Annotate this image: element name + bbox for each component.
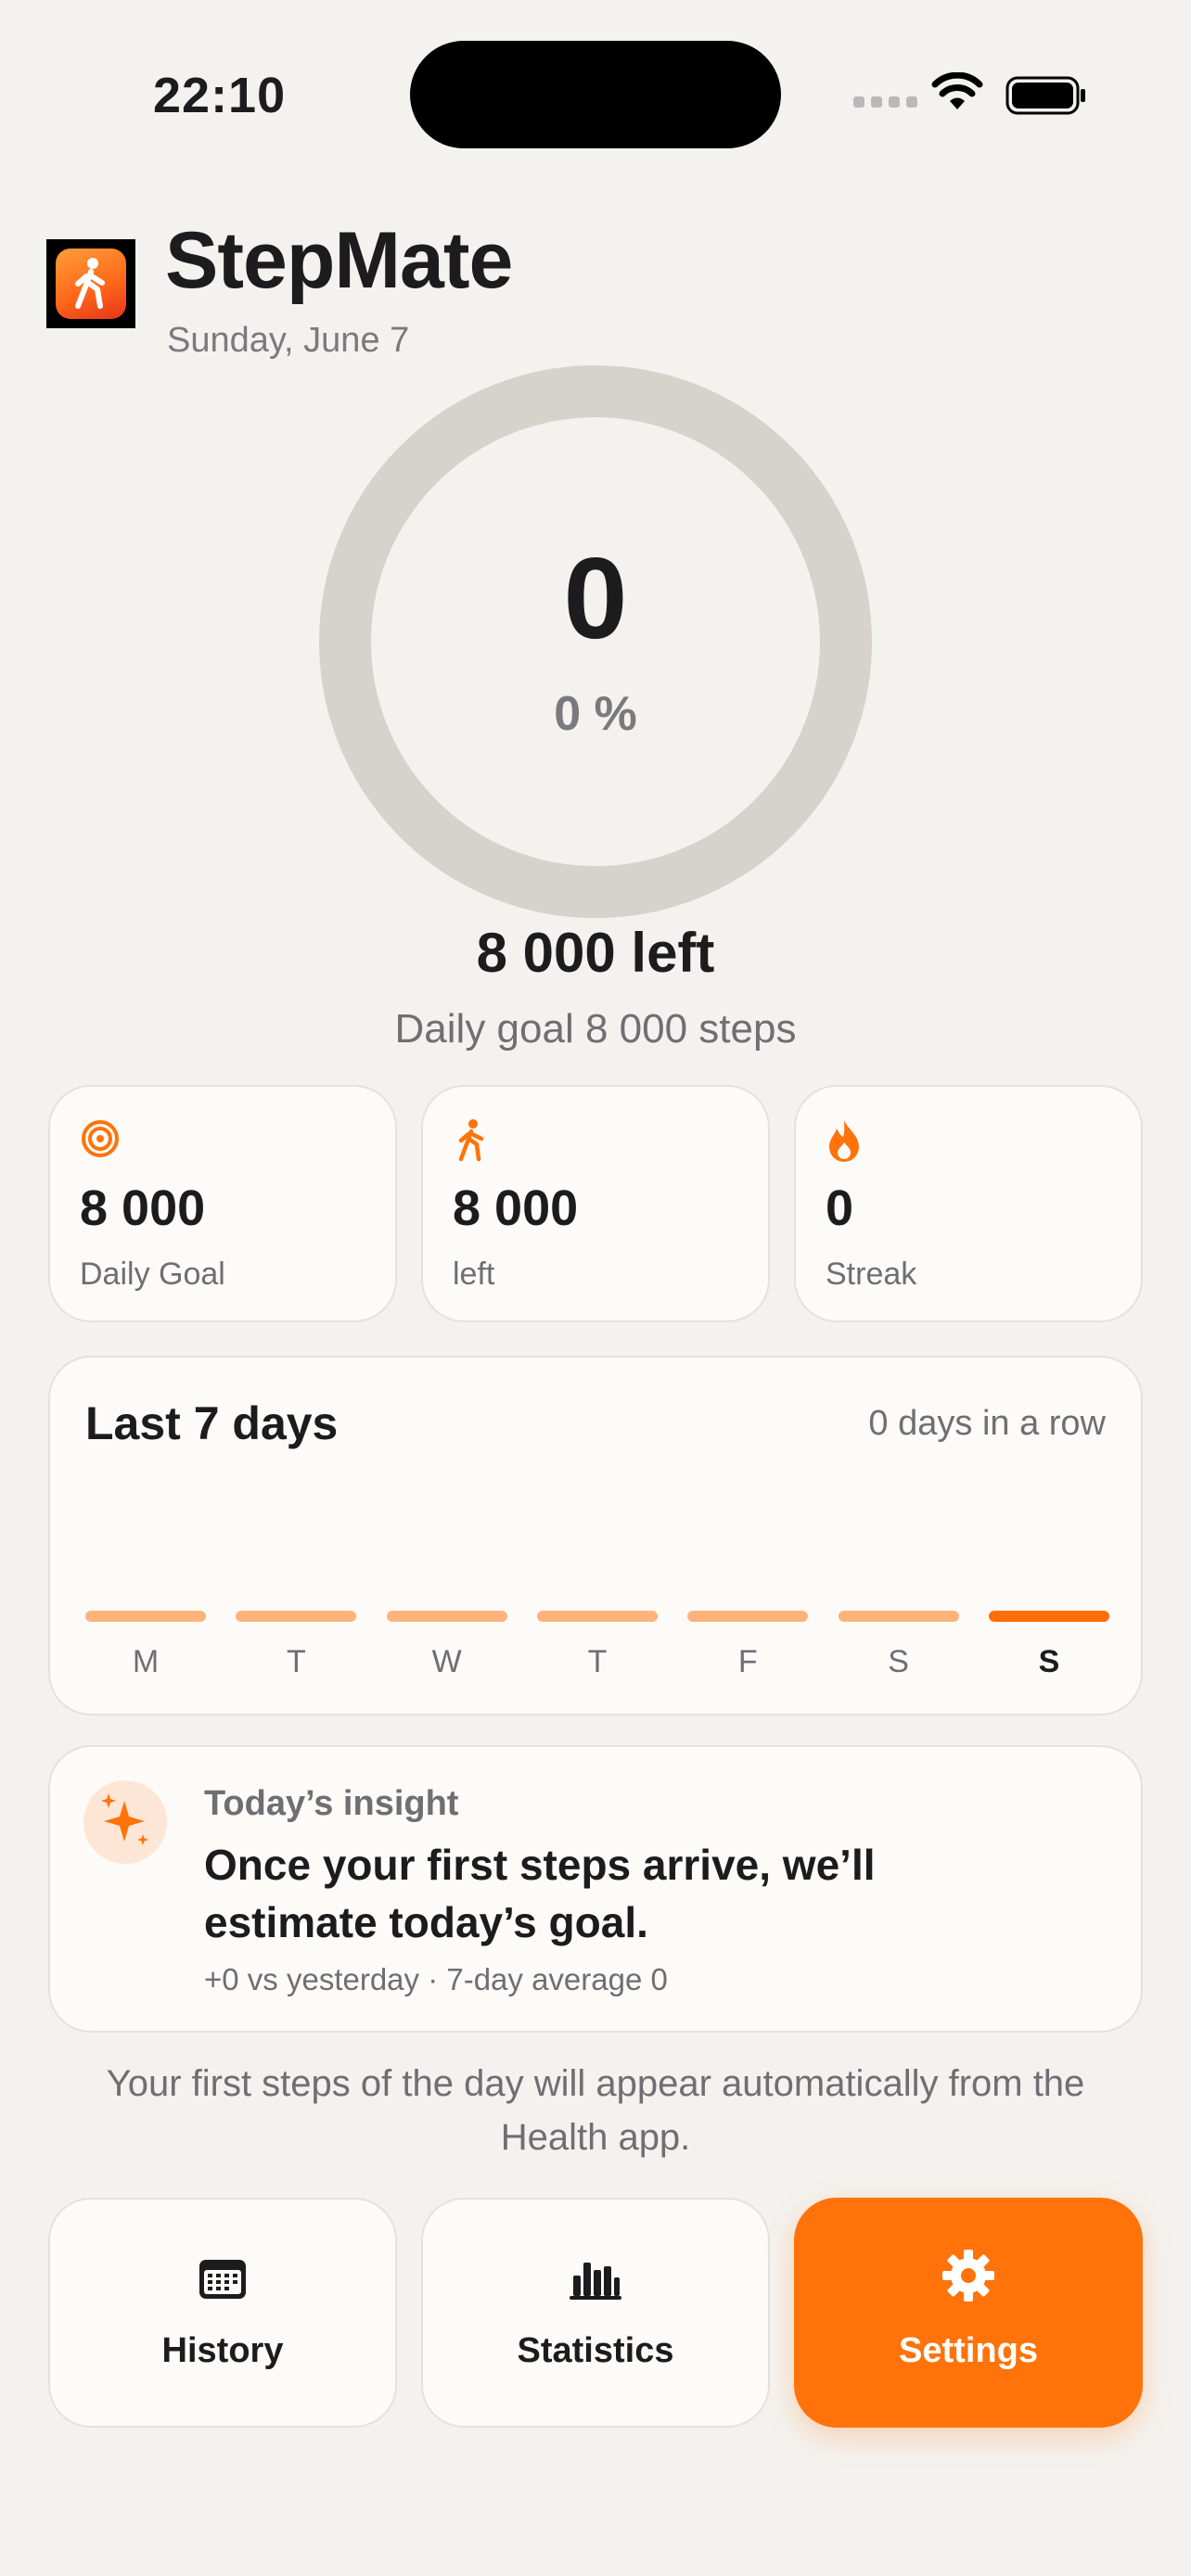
weekly-bar-chart: M T W T F S S	[85, 1611, 1109, 1680]
day-column: T	[236, 1611, 357, 1680]
stat-label: Streak	[826, 1256, 917, 1292]
stat-value: 8 000	[453, 1180, 579, 1236]
settings-button-label: Settings	[899, 2331, 1038, 2370]
stat-value: 8 000	[80, 1180, 206, 1236]
step-percent: 0 %	[554, 687, 637, 741]
statistics-button[interactable]: Statistics	[421, 2198, 770, 2428]
app-title: StepMate	[165, 216, 513, 305]
battery-icon	[1005, 76, 1085, 115]
insight-kicker: Today’s insight	[204, 1784, 459, 1823]
day-bar	[85, 1611, 206, 1622]
day-label: T	[286, 1644, 306, 1679]
day-bar	[236, 1611, 357, 1622]
history-button[interactable]: History	[48, 2198, 397, 2428]
day-label-today: S	[1038, 1644, 1060, 1679]
wifi-icon	[931, 72, 983, 109]
day-label: M	[132, 1644, 160, 1679]
calendar-icon	[199, 2260, 246, 2299]
weekly-title: Last 7 days	[85, 1397, 339, 1449]
day-column: T	[536, 1611, 658, 1680]
target-icon	[82, 1120, 119, 1157]
stat-value: 0	[826, 1180, 854, 1236]
day-bar	[386, 1611, 507, 1622]
insight-message: Once your first steps arrive, we’ll esti…	[204, 1841, 876, 1946]
day-label: T	[587, 1644, 608, 1679]
day-column: F	[687, 1611, 809, 1680]
app-logo	[46, 239, 135, 328]
settings-button[interactable]: Settings	[794, 2198, 1143, 2428]
day-column: W	[386, 1611, 507, 1680]
gear-icon	[942, 2250, 994, 2302]
current-date: Sunday, June 7	[167, 321, 410, 360]
insight-card: Today’s insight Once your first steps ar…	[48, 1745, 1143, 2033]
insight-icon-badge	[83, 1780, 167, 1864]
stat-card-streak: 0 Streak	[794, 1085, 1143, 1322]
day-bar	[687, 1611, 809, 1622]
day-label: F	[737, 1644, 758, 1679]
flame-icon	[829, 1120, 859, 1162]
history-button-label: History	[161, 2331, 284, 2370]
day-label: S	[888, 1644, 909, 1679]
step-count: 0	[563, 535, 628, 663]
daily-goal-label: Daily goal 8 000 steps	[394, 1006, 797, 1052]
cellular-signal-icon	[853, 96, 917, 108]
stat-label: left	[453, 1256, 495, 1292]
day-column: M	[85, 1611, 206, 1680]
bar-chart-icon	[570, 2263, 621, 2300]
sparkles-icon	[101, 1793, 148, 1845]
day-column-today: S	[988, 1611, 1109, 1680]
status-time: 22:10	[153, 68, 287, 123]
walking-icon	[458, 1119, 484, 1162]
day-bar	[536, 1611, 658, 1622]
stat-card-left: 8 000 left	[421, 1085, 770, 1322]
dynamic-island	[410, 41, 781, 148]
weekly-summary-card: Last 7 days 0 days in a row M T W T F S …	[48, 1356, 1143, 1715]
stat-card-daily-goal: 8 000 Daily Goal	[48, 1085, 397, 1322]
walking-person-icon	[75, 258, 105, 309]
health-sync-note: Your first steps of the day will appear …	[106, 2063, 1085, 2158]
day-label: W	[431, 1644, 462, 1679]
streak-subtitle: 0 days in a row	[868, 1404, 1106, 1443]
insight-footnote: +0 vs yesterday · 7-day average 0	[204, 1962, 668, 1996]
day-bar-today	[988, 1611, 1109, 1622]
statistics-button-label: Statistics	[517, 2331, 674, 2370]
day-column: S	[838, 1611, 959, 1680]
day-bar	[838, 1611, 959, 1622]
stat-label: Daily Goal	[80, 1256, 225, 1292]
steps-left-label: 8 000 left	[476, 922, 715, 984]
